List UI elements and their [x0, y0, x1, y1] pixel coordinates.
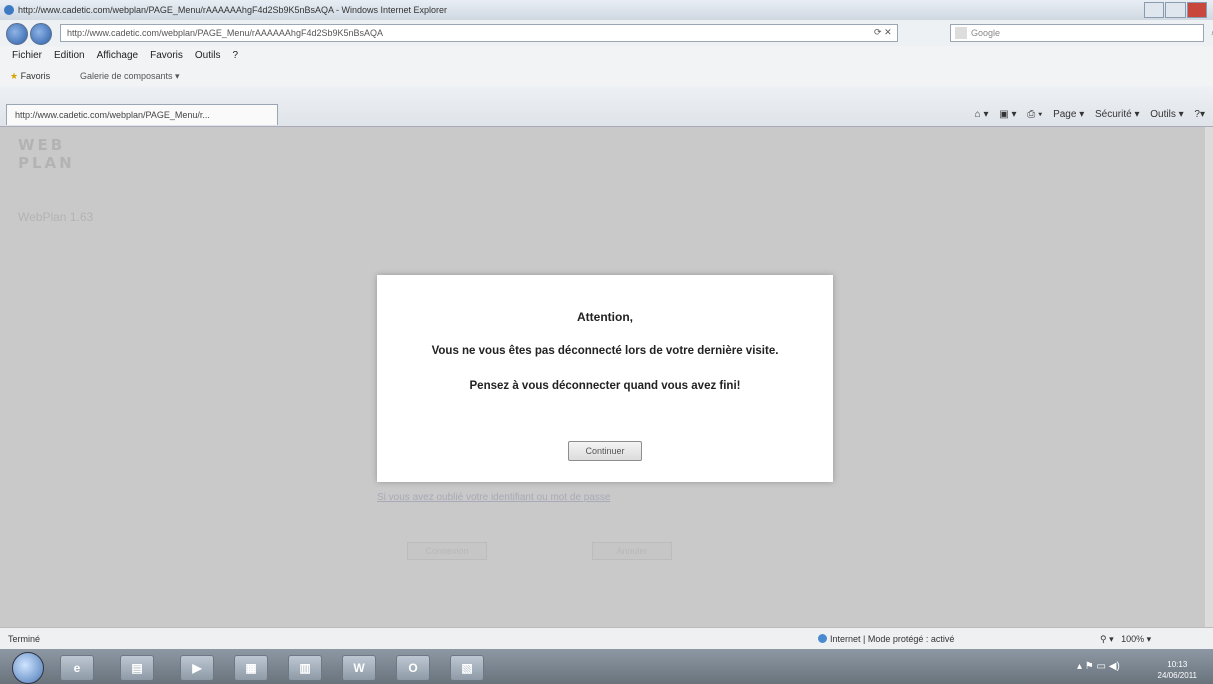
media-player-taskbar-icon[interactable]: ▶ [180, 655, 214, 681]
app-taskbar-icon-3[interactable]: ▧ [450, 655, 484, 681]
search-placeholder: Google [971, 28, 1001, 38]
menu-favorites[interactable]: Favoris [144, 46, 189, 66]
security-menu[interactable]: Sécurité ▾ [1095, 109, 1139, 120]
tab-title: http://www.cadetic.com/webplan/PAGE_Menu… [15, 110, 210, 120]
dialog-title: Attention, [577, 310, 633, 324]
back-button[interactable] [6, 23, 28, 45]
globe-icon [818, 634, 827, 643]
status-bar: Terminé Internet | Mode protégé : activé… [0, 627, 1213, 650]
menu-view[interactable]: Affichage [91, 46, 145, 66]
logo-line1: WEB [18, 136, 66, 154]
refresh-icon[interactable]: ⟳ [874, 27, 882, 37]
address-input[interactable]: http://www.cadetic.com/webplan/PAGE_Menu… [60, 24, 898, 42]
continue-button[interactable]: Continuer [568, 441, 642, 461]
status-text: Terminé [8, 634, 41, 644]
cancel-button[interactable]: Annuler [592, 542, 672, 560]
favorites-button[interactable]: Favoris [21, 71, 51, 81]
ie-logo-icon [4, 5, 14, 15]
clock-time: 10:13 [1167, 660, 1188, 669]
app-taskbar-icon-2[interactable]: ▥ [288, 655, 322, 681]
favorites-bar: ★ Favoris Galerie de composants ▾ [0, 66, 1213, 86]
address-tools: ⟳ ✕ [874, 24, 892, 40]
login-button[interactable]: Connexion [407, 542, 487, 560]
warning-dialog: Attention, Vous ne vous êtes pas déconne… [377, 275, 833, 482]
webplan-logo: WEB PLAN [18, 136, 75, 172]
menu-help[interactable]: ? [226, 46, 244, 66]
help-icon[interactable]: ?▾ [1194, 109, 1205, 120]
home-icon[interactable]: ⌂ ▾ [975, 109, 989, 120]
maximize-button[interactable] [1165, 2, 1186, 18]
tab-current[interactable]: http://www.cadetic.com/webplan/PAGE_Menu… [6, 104, 278, 125]
menu-bar: Fichier Edition Affichage Favoris Outils… [0, 46, 1213, 66]
window-title: http://www.cadetic.com/webplan/PAGE_Menu… [18, 5, 448, 15]
page-menu[interactable]: Page ▾ [1053, 109, 1084, 120]
ie-taskbar-icon[interactable]: e [60, 655, 94, 681]
forward-button[interactable] [30, 23, 52, 45]
address-url: http://www.cadetic.com/webplan/PAGE_Menu… [67, 28, 383, 38]
search-provider-icon [955, 27, 967, 39]
security-zone-text: Internet | Mode protégé : activé [830, 634, 955, 644]
clock-date: 24/06/2011 [1157, 671, 1197, 680]
window-title-bar: http://www.cadetic.com/webplan/PAGE_Menu… [0, 0, 1213, 20]
favorites-star-icon[interactable]: ★ [10, 71, 18, 81]
security-zone: Internet | Mode protégé : activé [818, 628, 954, 650]
word-taskbar-icon[interactable]: W [342, 655, 376, 681]
tab-row: http://www.cadetic.com/webplan/PAGE_Menu… [0, 86, 1213, 127]
tray-icons[interactable]: ▴ ⚑ ▭ ◀) [1077, 661, 1120, 672]
address-row: http://www.cadetic.com/webplan/PAGE_Menu… [0, 20, 1213, 46]
vertical-scrollbar[interactable] [1205, 127, 1213, 627]
tools-menu[interactable]: Outils ▾ [1150, 109, 1183, 120]
zoom-level: 100% [1121, 634, 1145, 644]
forgot-credentials-link[interactable]: Si vous avez oublié votre identifiant ou… [377, 492, 610, 503]
search-input[interactable]: Google ⌕ [950, 24, 1213, 42]
version-label: WebPlan 1.63 [18, 210, 94, 224]
logo-line2: PLAN [18, 154, 75, 172]
clock[interactable]: 10:13 24/06/2011 [1158, 659, 1197, 681]
minimize-button[interactable] [1144, 2, 1165, 18]
explorer-taskbar-icon[interactable]: ▤ [120, 655, 154, 681]
print-icon[interactable]: ⎙ ▾ [1027, 109, 1042, 120]
web-slice-gallery-button[interactable]: Galerie de composants ▾ [80, 66, 180, 86]
feeds-icon[interactable]: ▣ ▾ [999, 109, 1016, 120]
zoom-control[interactable]: ⚲ ▾ 100% ▾ [1100, 628, 1151, 650]
start-button[interactable] [12, 652, 44, 684]
close-button[interactable] [1186, 2, 1207, 18]
system-tray: ▴ ⚑ ▭ ◀) 10:13 24/06/2011 [1077, 653, 1207, 681]
menu-edit[interactable]: Edition [48, 46, 91, 66]
menu-file[interactable]: Fichier [0, 46, 48, 66]
outlook-taskbar-icon[interactable]: O [396, 655, 430, 681]
dialog-message-1: Vous ne vous êtes pas déconnecté lors de… [431, 345, 779, 357]
stop-icon[interactable]: ✕ [884, 27, 892, 37]
menu-tools[interactable]: Outils [189, 46, 227, 66]
command-bar: ⌂ ▾ ▣ ▾ ⎙ ▾ Page ▾ Sécurité ▾ Outils ▾ ?… [967, 106, 1205, 124]
window-controls [1143, 2, 1207, 18]
app-taskbar-icon-1[interactable]: ▦ [234, 655, 268, 681]
taskbar: e ▤ ▶ ▦ ▥ W O ▧ ▴ ⚑ ▭ ◀) 10:13 24/06/201… [0, 649, 1213, 684]
dialog-message-2: Pensez à vous déconnecter quand vous ave… [469, 380, 741, 392]
